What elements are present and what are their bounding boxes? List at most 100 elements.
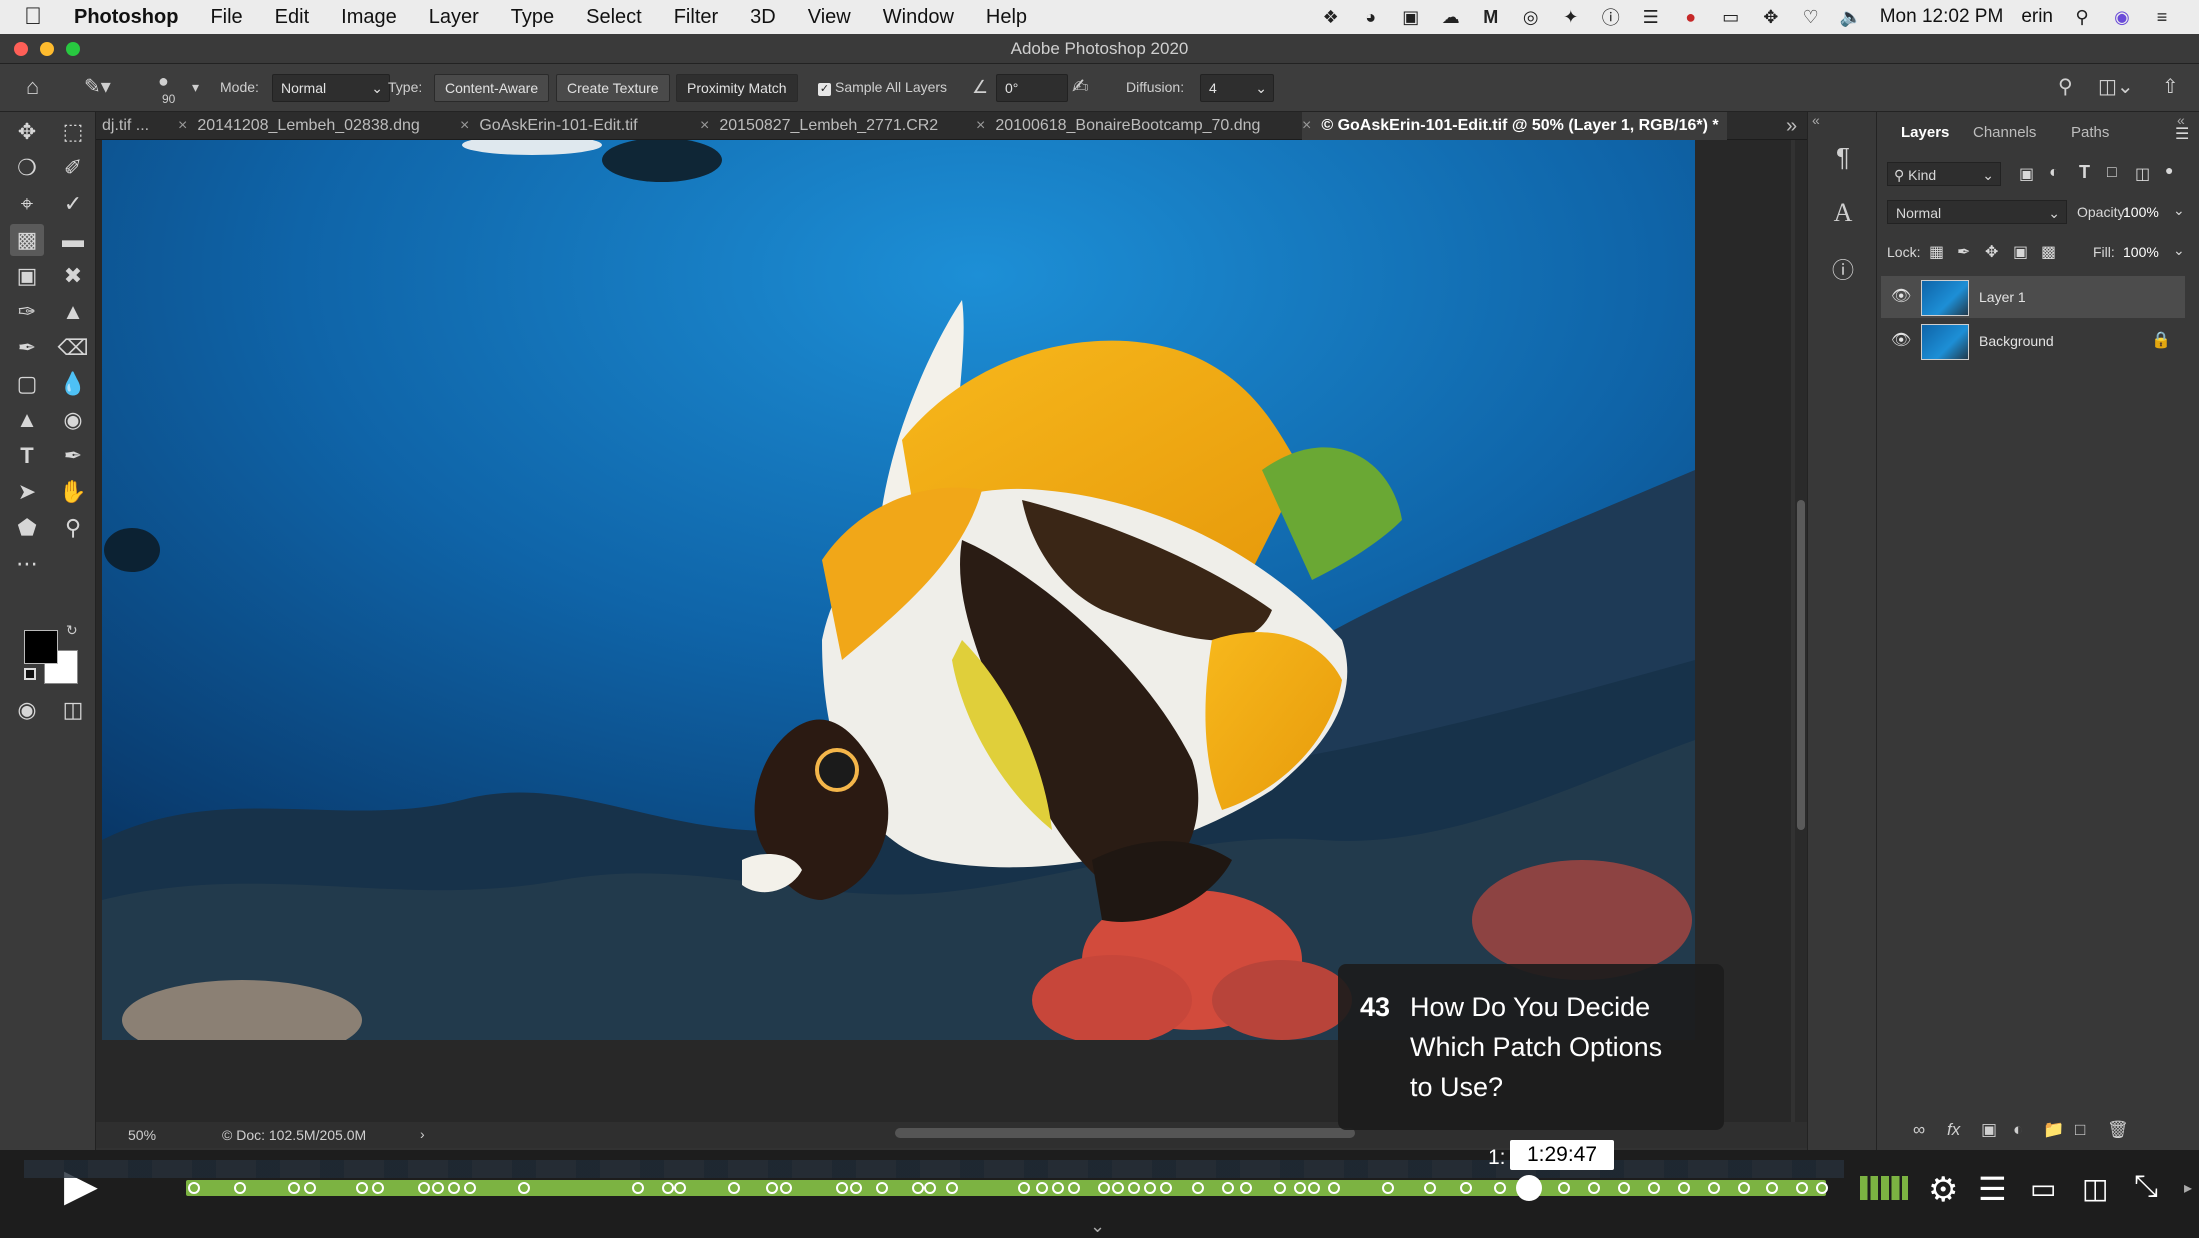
paragraph-panel-icon[interactable]: ¶ xyxy=(1824,138,1862,176)
chapter-marker[interactable] xyxy=(850,1182,862,1194)
layer-style-icon[interactable]: fx xyxy=(1947,1120,1960,1140)
password-icon[interactable]: ⓘ xyxy=(1600,6,1622,28)
chapter-marker[interactable] xyxy=(1460,1182,1472,1194)
vertical-scroll-thumb[interactable] xyxy=(1797,500,1805,830)
chapter-marker[interactable] xyxy=(234,1182,246,1194)
doc-size-info[interactable]: © Doc: 102.5M/205.0M xyxy=(222,1127,366,1143)
search-icon[interactable]: ⚲ xyxy=(2058,74,2073,100)
filter-pixel-icon[interactable]: ▣ xyxy=(2019,164,2034,184)
menu-image[interactable]: Image xyxy=(325,0,413,34)
chapter-marker[interactable] xyxy=(418,1182,430,1194)
new-layer-icon[interactable]: □ xyxy=(2075,1120,2085,1140)
brush-tool-icon[interactable]: ✑ xyxy=(10,296,44,328)
chapter-marker[interactable] xyxy=(1222,1182,1234,1194)
new-group-icon[interactable]: 📁 xyxy=(2043,1120,2064,1140)
more-tools-icon[interactable]: ⋯ xyxy=(10,548,44,580)
target-icon[interactable]: ◎ xyxy=(1520,6,1542,28)
chapter-marker[interactable] xyxy=(632,1182,644,1194)
visibility-eye-icon[interactable]: 👁 xyxy=(1891,286,1911,306)
more-tabs-icon[interactable]: » xyxy=(1786,112,1797,140)
chapter-marker[interactable] xyxy=(924,1182,936,1194)
picture-in-picture-icon[interactable]: ◫ xyxy=(2082,1172,2108,1205)
chapter-marker[interactable] xyxy=(1160,1182,1172,1194)
close-icon[interactable]: × xyxy=(700,117,709,134)
layer-row-background[interactable]: 👁 Background 🔒 xyxy=(1881,320,2185,362)
zoom-tool-icon[interactable]: ⚲ xyxy=(56,512,90,544)
mode-select[interactable]: Normal ⌄ xyxy=(272,74,390,102)
record-icon[interactable]: ● xyxy=(1680,6,1702,28)
lock-all-icon[interactable]: ▩ xyxy=(2041,242,2056,262)
signal-strength-icon[interactable] xyxy=(1860,1176,1908,1200)
chevron-down-icon[interactable]: ⌄ xyxy=(2173,242,2185,259)
chapter-marker[interactable] xyxy=(1052,1182,1064,1194)
chapter-marker[interactable] xyxy=(1112,1182,1124,1194)
tab-lembeh-02838[interactable]: × 20141208_Lembeh_02838.dng xyxy=(178,112,420,140)
filter-toggle-icon[interactable]: ● xyxy=(2165,162,2173,178)
close-icon[interactable]: × xyxy=(178,117,187,134)
chapter-marker[interactable] xyxy=(1738,1182,1750,1194)
chapter-marker[interactable] xyxy=(780,1182,792,1194)
status-menu-icon[interactable]: › xyxy=(420,1126,425,1142)
chapter-marker[interactable] xyxy=(356,1182,368,1194)
horizontal-scroll-thumb[interactable] xyxy=(895,1128,1355,1138)
swap-colors-icon[interactable]: ↻ xyxy=(66,622,78,639)
character-panel-icon[interactable]: A xyxy=(1824,194,1862,232)
chapter-marker[interactable] xyxy=(1240,1182,1252,1194)
tab-layers[interactable]: Layers xyxy=(1901,124,1949,141)
chapter-marker[interactable] xyxy=(1274,1182,1286,1194)
siri-icon[interactable]: ◉ xyxy=(2111,6,2133,28)
delete-layer-icon[interactable]: 🗑 xyxy=(2107,1120,2129,1140)
cloud-icon[interactable]: ☁ xyxy=(1440,6,1462,28)
create-texture-button[interactable]: Create Texture xyxy=(556,74,670,102)
document-image[interactable] xyxy=(102,140,1695,1040)
eyedropper-tool-icon[interactable]: ✓ xyxy=(56,188,90,220)
ruler-tool-icon[interactable]: ▬ xyxy=(56,224,90,256)
chapter-marker[interactable] xyxy=(1678,1182,1690,1194)
chapter-marker[interactable] xyxy=(448,1182,460,1194)
dropbox-icon[interactable]: ❖ xyxy=(1320,6,1342,28)
chapter-marker[interactable] xyxy=(1766,1182,1778,1194)
pressure-icon[interactable]: ✍ xyxy=(1072,74,1089,100)
chapter-marker[interactable] xyxy=(876,1182,888,1194)
scroll-right-icon[interactable]: ▸ xyxy=(2184,1178,2192,1198)
chevron-down-icon[interactable]: ⌄ xyxy=(2173,202,2185,219)
chapter-marker[interactable] xyxy=(1816,1182,1828,1194)
sponge-tool-icon[interactable]: ◉ xyxy=(56,404,90,436)
chapter-marker[interactable] xyxy=(1588,1182,1600,1194)
lock-position-icon[interactable]: ✥ xyxy=(1985,242,1998,262)
dodge-tool-icon[interactable]: ▲ xyxy=(10,404,44,436)
chapter-marker[interactable] xyxy=(1068,1182,1080,1194)
move-icon[interactable]: ✥ xyxy=(1760,6,1782,28)
menu-type[interactable]: Type xyxy=(495,0,570,34)
proximity-match-button[interactable]: Proximity Match xyxy=(676,74,798,102)
content-aware-move-icon[interactable]: ✖ xyxy=(56,260,90,292)
blend-mode-select[interactable]: Normal ⌄ xyxy=(1887,200,2067,224)
airplay-icon[interactable]: ▭ xyxy=(1720,6,1742,28)
menu-3d[interactable]: 3D xyxy=(734,0,792,34)
filter-shape-icon[interactable]: □ xyxy=(2107,164,2117,182)
menu-filter[interactable]: Filter xyxy=(658,0,734,34)
stamp-tool-icon[interactable]: ▲ xyxy=(56,296,90,328)
adjustment-layer-icon[interactable]: ◐ xyxy=(2013,1120,2023,1140)
default-colors-icon[interactable] xyxy=(24,668,36,680)
chapter-marker[interactable] xyxy=(1294,1182,1306,1194)
add-mask-icon[interactable]: ▣ xyxy=(1981,1120,1997,1140)
frame-tool-icon[interactable]: ▣ xyxy=(10,260,44,292)
volume-icon[interactable]: 🔈 xyxy=(1840,6,1862,28)
share-icon[interactable]: ⇧ xyxy=(2162,74,2179,100)
chapter-marker[interactable] xyxy=(674,1182,686,1194)
gauge-icon[interactable]: ◕ xyxy=(1360,6,1382,28)
chapter-marker[interactable] xyxy=(1128,1182,1140,1194)
wifi-icon[interactable]: ♡ xyxy=(1800,6,1822,28)
visibility-eye-icon[interactable]: 👁 xyxy=(1891,330,1911,350)
filter-smart-object-icon[interactable]: ◫ xyxy=(2135,164,2150,184)
apple-icon[interactable]:  xyxy=(24,3,42,31)
hand-tool-icon[interactable]: ✋ xyxy=(56,476,90,508)
tab-dj[interactable]: dj.tif ... xyxy=(102,112,149,140)
chapter-marker[interactable] xyxy=(288,1182,300,1194)
brush-dropdown-icon[interactable]: ▾ xyxy=(192,74,199,100)
workspace-icon[interactable]: ◫⌄ xyxy=(2098,74,2134,100)
tab-lembeh-2771[interactable]: × 20150827_Lembeh_2771.CR2 xyxy=(700,112,938,140)
chapter-marker[interactable] xyxy=(304,1182,316,1194)
content-aware-button[interactable]: Content-Aware xyxy=(434,74,550,102)
